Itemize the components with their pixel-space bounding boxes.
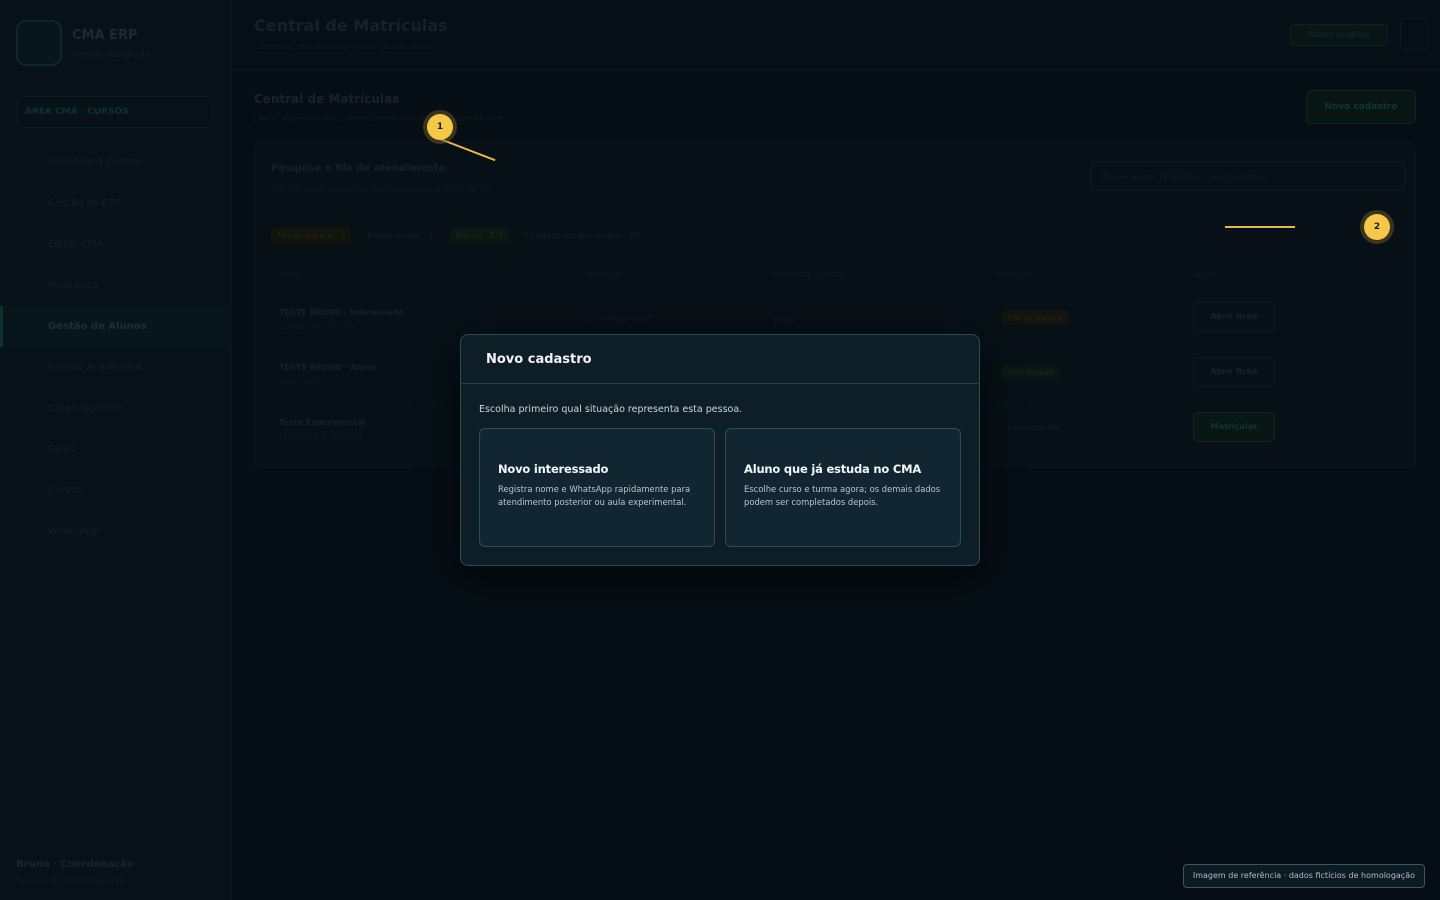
annotation-line [1225,226,1295,228]
annotation-marker-2: 2 [1364,214,1390,240]
reference-note: Imagem de referência · dados fictícios d… [1182,864,1425,888]
option-description: Registra nome e WhatsApp rapidamente par… [498,484,691,507]
option-existing-student[interactable]: Aluno que já estuda no CMA Escolhe curso… [725,428,961,547]
annotation-marker-1: 1 [427,114,453,140]
option-new-lead[interactable]: Novo interessado Registra nome e WhatsAp… [479,428,715,547]
dialog-intro: Escolha primeiro qual situação represent… [479,404,743,415]
option-title: Aluno que já estuda no CMA [744,462,922,476]
option-title: Novo interessado [498,462,609,476]
dialog-header: Novo cadastro [461,335,979,384]
new-registration-dialog: Novo cadastro Escolha primeiro qual situ… [460,334,980,566]
option-description: Escolhe curso e turma agora; os demais d… [744,484,941,507]
dialog-title: Novo cadastro [486,351,592,367]
